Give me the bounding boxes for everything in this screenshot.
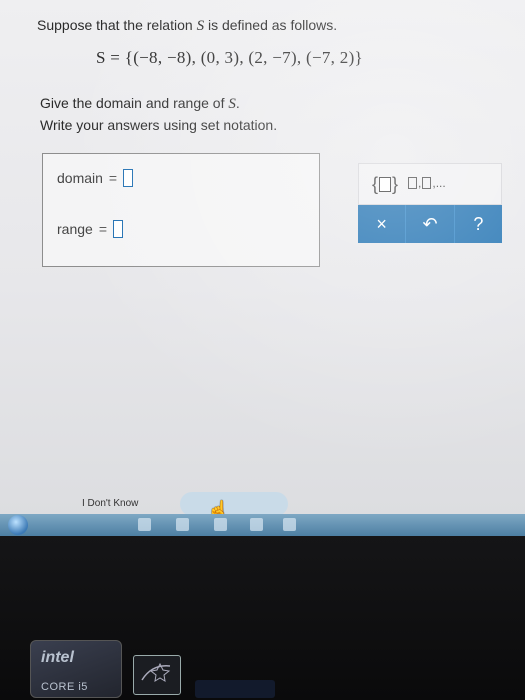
taskbar-app-icon[interactable] — [138, 518, 151, 531]
list-comma-1: , — [418, 176, 422, 190]
taskbar-app-icon[interactable] — [176, 518, 189, 531]
range-label: range — [57, 221, 93, 237]
domain-label: domain — [57, 170, 103, 186]
help-icon: ? — [473, 213, 484, 234]
question-suffix: is defined as follows. — [207, 17, 338, 33]
screen: Suppose that the relation S is defined a… — [0, 0, 525, 518]
range-equals: = — [98, 221, 107, 237]
help-button[interactable]: ? — [455, 205, 502, 243]
instruction-line-1: Give the domain and range of S. — [40, 95, 240, 113]
domain-row: domain = — [57, 169, 134, 187]
start-orb-icon[interactable] — [8, 515, 28, 535]
list-ellipsis: ... — [435, 176, 446, 190]
submit-button[interactable] — [180, 492, 288, 516]
answer-box: domain = range = — [42, 153, 320, 267]
question-prefix: Suppose that the relation — [37, 17, 193, 33]
brace-left: { — [371, 173, 378, 194]
relation-definition: S = {(−8, −8), (0, 3), (2, −7), (−7, 2)} — [96, 48, 363, 67]
list-slot-1 — [408, 177, 417, 189]
taskbar-app-icon[interactable] — [283, 518, 296, 531]
brace-right: } — [392, 173, 399, 194]
set-brace-icon[interactable]: {} — [369, 173, 401, 195]
undo-icon: ↶ — [422, 213, 438, 234]
range-row: range = — [57, 220, 123, 238]
taskbar — [0, 514, 525, 536]
math-palette: {} ,,... — [358, 163, 502, 205]
range-input[interactable] — [113, 220, 123, 238]
instruction-period: . — [235, 95, 240, 111]
energy-star-icon — [141, 662, 171, 682]
list-icon[interactable]: ,,... — [407, 176, 446, 190]
list-slot-2 — [422, 177, 432, 189]
instruction-prefix: Give the domain and range of — [40, 95, 225, 111]
intel-logo: intel — [41, 649, 74, 666]
clear-button[interactable]: × — [358, 205, 407, 243]
bluray-sticker — [195, 680, 275, 698]
set-slot — [379, 176, 391, 192]
domain-input[interactable] — [123, 169, 134, 187]
dont-know-link[interactable]: I Don't Know — [82, 498, 138, 509]
clear-icon: × — [376, 213, 387, 234]
domain-equals: = — [108, 170, 118, 186]
question-text: Suppose that the relation S is defined a… — [37, 17, 337, 35]
question-variable: S — [196, 18, 205, 34]
palette-actions: × ↶ ? — [358, 205, 502, 243]
laptop-bezel: intel CORE i5 — [0, 536, 525, 700]
energy-sticker — [133, 655, 181, 695]
intel-core-label: CORE i5 — [41, 681, 88, 693]
instruction-line-2: Write your answers using set notation. — [40, 117, 278, 133]
taskbar-app-icon[interactable] — [214, 518, 227, 531]
taskbar-app-icon[interactable] — [250, 518, 263, 531]
undo-button[interactable]: ↶ — [406, 205, 455, 243]
intel-sticker: intel CORE i5 — [30, 640, 122, 698]
instruction-variable: S — [228, 96, 236, 112]
